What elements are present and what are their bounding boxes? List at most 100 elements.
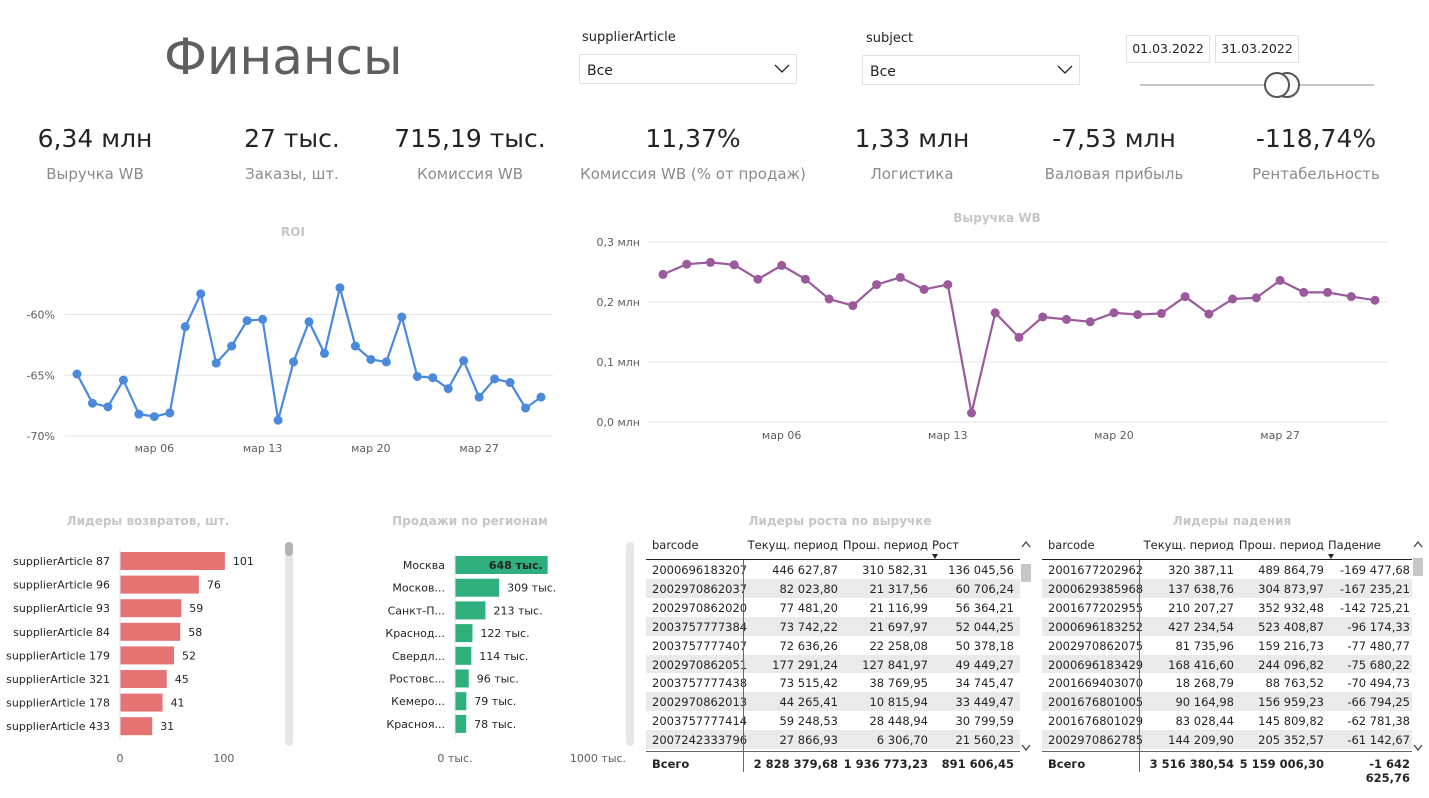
decline-cell: 144 209,90 [1168, 733, 1234, 748]
returns-x-tick-label: 100 [213, 752, 234, 765]
roi-point [319, 348, 329, 358]
decline-column-header[interactable]: Прош. период [1232, 538, 1324, 552]
supplier-article-value: Все [587, 63, 613, 79]
decline-cell: 205 352,57 [1258, 733, 1324, 748]
table-row[interactable]: 2001669403070 18 268,79 88 763,52 -70 494,7… [1042, 673, 1412, 693]
revenue-point [800, 274, 810, 284]
supplier-article-label: supplierArticle [582, 30, 676, 45]
growth-column-header[interactable]: barcode [652, 538, 746, 552]
table-row[interactable]: 2000696183429 168 416,60 244 096,82 -75 680… [1042, 654, 1412, 674]
returns-category-label: supplierArticle 321 [6, 673, 110, 686]
revenue-point [1061, 314, 1071, 324]
table-row[interactable]: 2003757777438 73 515,42 38 769,95 34 745,47 [646, 673, 1020, 693]
table-row[interactable]: 2002970862051 177 291,24 127 841,97 49 449,… [646, 654, 1020, 674]
table-row[interactable]: 2001676801029 83 028,44 145 809,82 -62 781,… [1042, 711, 1412, 731]
table-row[interactable]: 2002970862075 81 735,96 159 216,73 -77 480,… [1042, 635, 1412, 655]
decline-table: barcode Текущ. период Прош. период Падение 2… [1042, 530, 1414, 785]
returns-scrollbar[interactable] [285, 542, 293, 746]
returns-bar-chart[interactable]: supplierArticle 87 101 supplierArticle 96 7… [0, 540, 280, 775]
roi-point [289, 357, 299, 367]
roi-point [443, 384, 453, 394]
kpi-commission-label: Комиссия WB [416, 165, 524, 183]
table-row[interactable]: 2003757777407 72 636,26 22 258,08 50 378,18 [646, 635, 1020, 655]
returns-data-label: 58 [188, 626, 202, 639]
growth-cell: 30 799,59 [955, 714, 1014, 729]
regions-bar-chart[interactable]: Москва 648 тыс. Москов... 309 тыс. Санкт-П..… [300, 540, 635, 775]
date-from-input[interactable]: 01.03.2022 [1126, 35, 1210, 63]
roi-point [474, 392, 484, 402]
revenue-point [967, 408, 977, 418]
regions-data-label: 79 тыс. [474, 695, 516, 708]
decline-total-cell: 3 516 380,54 [1149, 757, 1234, 771]
growth-cell: 6 306,70 [876, 733, 928, 748]
table-row[interactable]: 2000629385968 137 638,76 304 873,97 -167 23… [1042, 578, 1412, 598]
table-row[interactable]: 2002970862013 44 265,41 10 815,94 33 449,47 [646, 692, 1020, 712]
table-row[interactable]: 2007242333796 27 866,93 6 306,70 21 560,23 [646, 730, 1020, 750]
returns-bar [120, 646, 174, 665]
growth-cell: 34 745,47 [955, 676, 1014, 691]
roi-point [428, 373, 438, 383]
roi-point [227, 341, 237, 351]
decline-cell: 2001676801005 [1048, 695, 1144, 710]
decline-column-header[interactable]: Падение [1328, 538, 1414, 552]
date-to-input[interactable]: 31.03.2022 [1215, 35, 1299, 63]
table-row[interactable]: 2002970862037 82 023,80 21 317,56 60 706,24 [646, 578, 1020, 598]
roi-point [258, 314, 268, 324]
growth-total-cell: 2 828 379,68 [753, 757, 838, 771]
table-row[interactable]: 2000696183207 446 627,87 310 582,31 136 045… [646, 560, 1020, 579]
decline-table-scrollbar[interactable] [1412, 536, 1424, 754]
roi-point [505, 378, 515, 388]
growth-column-header[interactable]: Рост [932, 538, 1018, 552]
table-row[interactable]: 2003757777384 73 742,22 21 697,97 52 044,25 [646, 616, 1020, 636]
regions-category-label: Москов... [392, 582, 445, 595]
table-row[interactable]: 2002970862020 77 481,20 21 116,99 56 364,21 [646, 597, 1020, 617]
growth-cell: 33 449,47 [955, 695, 1014, 710]
growth-cell: 28 448,94 [869, 714, 928, 729]
revenue-x-tick-label: мар 06 [762, 429, 802, 442]
revenue-line-chart[interactable]: 0,3 млн 0,2 млн 0,1 млн 0,0 млн мар 06 мар 13… [580, 228, 1400, 458]
revenue-y-tick-label: 0,3 млн [596, 236, 640, 249]
regions-scrollbar[interactable] [626, 542, 634, 746]
table-row[interactable]: 2000696183252 427 234,54 523 408,87 -96 174… [1042, 616, 1412, 636]
roi-point [273, 415, 283, 425]
growth-cell: 177 291,24 [772, 657, 838, 672]
table-row[interactable]: 2001677202955 210 207,27 352 932,48 -142 72… [1042, 597, 1412, 617]
decline-cell: -96 174,33 [1347, 619, 1410, 634]
table-row[interactable]: 2001676801005 90 164,98 156 959,23 -66 794,… [1042, 692, 1412, 712]
roi-series-line [76, 287, 542, 421]
revenue-x-tick-label: мар 13 [928, 429, 968, 442]
decline-cell: -61 142,67 [1347, 733, 1410, 748]
returns-chart-title: Лидеры возвратов, шт. [66, 514, 230, 528]
returns-scrollbar-thumb[interactable] [285, 542, 293, 556]
roi-line-chart[interactable]: -60% -65% -70% мар 06 мар 13 мар 20 мар 27 [0, 240, 570, 470]
roi-point [87, 398, 97, 408]
revenue-point [1085, 317, 1095, 327]
decline-column-header[interactable]: Текущ. период [1142, 538, 1234, 552]
revenue-point [1323, 287, 1333, 297]
growth-table-scrollbar[interactable] [1020, 536, 1032, 754]
growth-column-header[interactable]: Текущ. период [746, 538, 838, 552]
growth-cell: 2003757777407 [652, 638, 748, 653]
date-range-track [1140, 84, 1374, 86]
returns-bar [120, 670, 167, 688]
growth-column-header[interactable]: Прош. период [836, 538, 928, 552]
roi-point [335, 283, 345, 293]
table-row[interactable]: 2001677202962 320 387,11 489 864,79 -169 47… [1042, 560, 1412, 579]
roi-point [536, 392, 546, 402]
subject-dropdown[interactable]: Все [862, 55, 1080, 85]
regions-bar [455, 646, 472, 665]
revenue-point [943, 280, 953, 290]
decline-cell: 90 164,98 [1175, 695, 1234, 710]
returns-category-label: supplierArticle 433 [6, 720, 110, 733]
growth-cell: 21 116,99 [869, 600, 928, 615]
table-row[interactable]: 2002970862785 144 209,90 205 352,57 -61 142… [1042, 730, 1412, 750]
decline-column-header[interactable]: barcode [1048, 538, 1142, 552]
growth-cell: 73 515,42 [779, 676, 838, 691]
regions-data-label: 213 тыс. [493, 604, 542, 617]
revenue-point [1204, 309, 1214, 319]
date-range-handle-end[interactable] [1264, 72, 1290, 98]
table-row[interactable]: 2003757777414 59 248,53 28 448,94 30 799,59 [646, 711, 1020, 731]
returns-category-label: supplierArticle 87 [13, 555, 110, 568]
supplier-article-dropdown[interactable]: Все [579, 54, 797, 84]
growth-total-cell: 1 936 773,23 [843, 757, 928, 771]
